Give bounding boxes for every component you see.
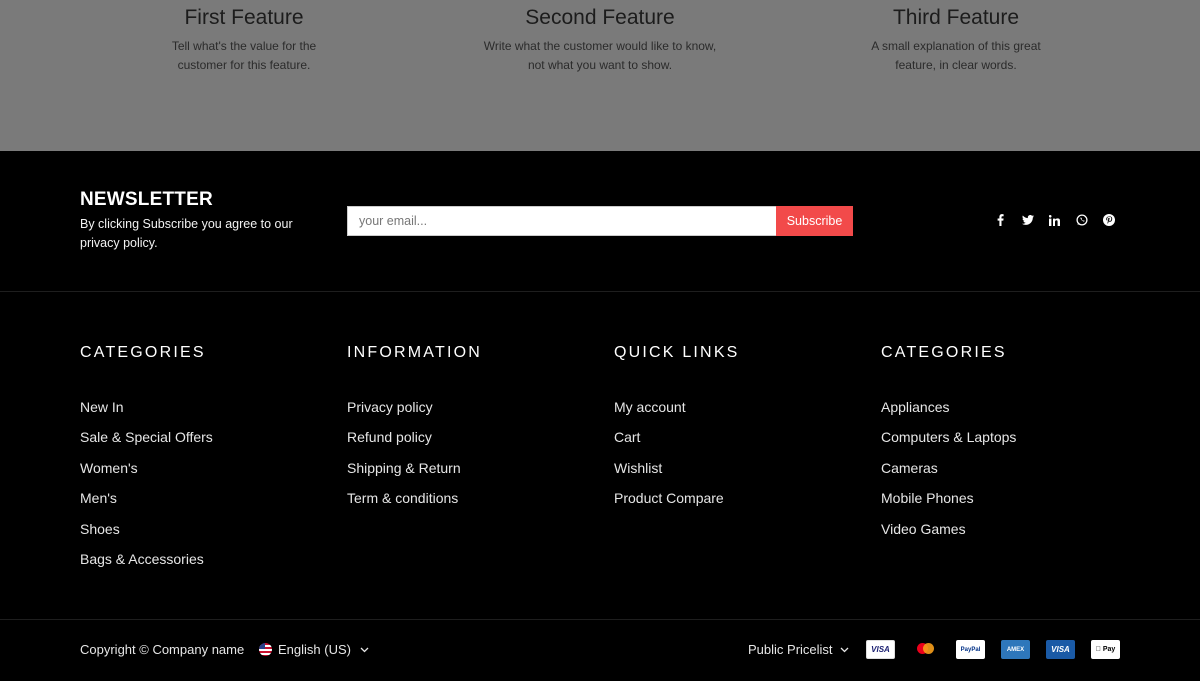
paypal-icon: PayPal	[956, 640, 985, 659]
language-selector[interactable]: English (US)	[259, 642, 369, 657]
footer-link[interactable]: Bags & Accessories	[80, 544, 320, 574]
column-title: CATEGORIES	[881, 344, 1007, 361]
footer-link[interactable]: Mobile Phones	[881, 483, 1121, 513]
whatsapp-icon[interactable]	[1075, 213, 1088, 227]
footer-link[interactable]: Shoes	[80, 514, 320, 544]
feature-title: Third Feature	[892, 6, 1020, 29]
feature-title: First Feature	[184, 6, 304, 29]
pinterest-icon[interactable]	[1102, 213, 1115, 227]
footer-link[interactable]: Computers & Laptops	[881, 422, 1121, 452]
feature-first: First Feature Tell what's the value for …	[94, 0, 394, 75]
column-title: CATEGORIES	[80, 344, 206, 361]
apple-pay-label: Pay	[1100, 646, 1115, 653]
footer-link[interactable]: Refund policy	[347, 422, 587, 452]
payment-methods: VISA PayPal AMEX VISA  Pay	[866, 640, 1120, 659]
feature-text: Tell what's the value for the customer f…	[171, 39, 317, 72]
footer-link[interactable]: Cameras	[881, 453, 1121, 483]
linkedin-icon[interactable]	[1048, 213, 1061, 227]
mastercard-icon	[911, 640, 940, 659]
apple-pay-icon:  Pay	[1091, 640, 1120, 659]
feature-text: Write what the customer would like to kn…	[483, 39, 717, 72]
feature-third: Third Feature A small explanation of thi…	[806, 0, 1106, 75]
email-input[interactable]	[347, 206, 776, 236]
footer-column-quick-links: QUICK LINKS My account Cart Wishlist Pro…	[614, 342, 854, 514]
facebook-icon[interactable]	[994, 213, 1007, 227]
us-flag-icon	[259, 643, 272, 656]
footer-column-categories: CATEGORIES New In Sale & Special Offers …	[80, 342, 320, 574]
newsletter-text: By clicking Subscribe you agree to our p…	[80, 217, 293, 250]
footer-link[interactable]: Video Games	[881, 514, 1121, 544]
chevron-down-icon	[840, 647, 848, 652]
subscribe-button[interactable]: Subscribe	[776, 206, 853, 236]
footer-link[interactable]: Women's	[80, 453, 320, 483]
footer-column-information: INFORMATION Privacy policy Refund policy…	[347, 342, 587, 514]
footer-link[interactable]: Appliances	[881, 392, 1121, 422]
footer-link[interactable]: Cart	[614, 422, 854, 452]
visa-icon: VISA	[866, 640, 895, 659]
footer-link[interactable]: My account	[614, 392, 854, 422]
footer-link[interactable]: New In	[80, 392, 320, 422]
footer-link[interactable]: Men's	[80, 483, 320, 513]
amex-icon: AMEX	[1001, 640, 1030, 659]
bottom-bar: Copyright © Company name English (US) Pu…	[0, 619, 1200, 681]
copyright-text: Copyright © Company name	[80, 642, 245, 657]
footer-link[interactable]: Term & conditions	[347, 483, 587, 513]
pricelist-label: Public Pricelist	[748, 642, 833, 657]
footer-link[interactable]: Product Compare	[614, 483, 854, 513]
feature-text: A small explanation of this great featur…	[871, 39, 1041, 72]
column-title: INFORMATION	[347, 344, 483, 361]
feature-second: Second Feature Write what the customer w…	[450, 0, 750, 75]
social-links	[994, 213, 1115, 227]
features-section: First Feature Tell what's the value for …	[0, 0, 1200, 151]
chevron-down-icon	[360, 647, 369, 652]
newsletter-section: NEWSLETTER By clicking Subscribe you agr…	[0, 151, 1200, 292]
footer-link[interactable]: Shipping & Return	[347, 453, 587, 483]
footer-link[interactable]: Privacy policy	[347, 392, 587, 422]
pricelist-selector[interactable]: Public Pricelist	[748, 642, 849, 657]
twitter-icon[interactable]	[1021, 213, 1034, 227]
column-title: QUICK LINKS	[614, 344, 740, 361]
footer-column-categories-2: CATEGORIES Appliances Computers & Laptop…	[881, 342, 1121, 544]
newsletter-title: NEWSLETTER	[80, 189, 213, 210]
language-label: English (US)	[278, 642, 351, 657]
newsletter-form: Subscribe	[347, 206, 853, 236]
visa-blue-icon: VISA	[1046, 640, 1075, 659]
footer-link[interactable]: Wishlist	[614, 453, 854, 483]
footer-link[interactable]: Sale & Special Offers	[80, 422, 320, 452]
feature-title: Second Feature	[525, 6, 675, 29]
